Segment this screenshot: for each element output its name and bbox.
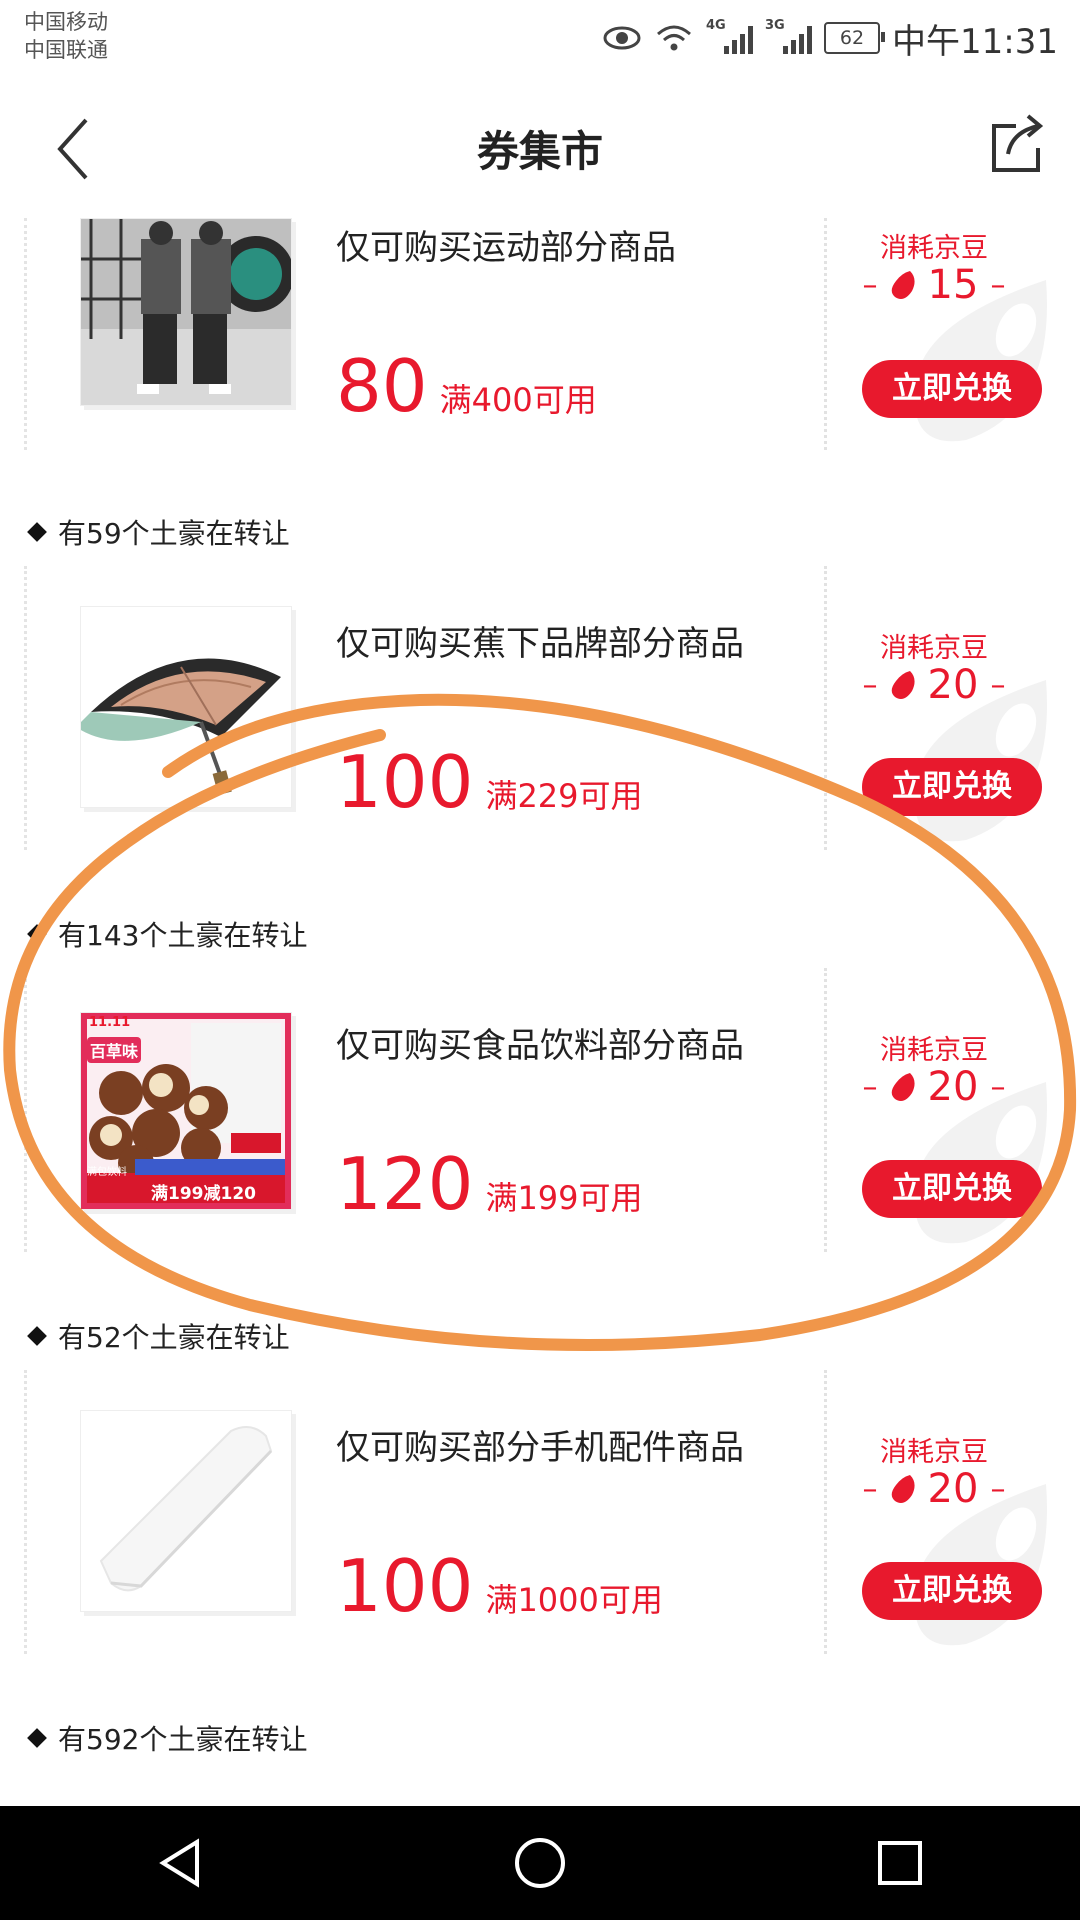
nav-back-button[interactable] [140, 1823, 220, 1903]
card-edge [24, 1370, 35, 1654]
notice-text: 有59个土豪在转让 [58, 517, 290, 550]
coupon-amount: 100 [336, 740, 474, 824]
coupon-title: 仅可购买食品饮料部分商品 [336, 1026, 744, 1066]
coupon-card[interactable]: 仅可购买运动部分商品 80 满400可用 消耗京豆 – 15 – 立即兑换 [24, 218, 1056, 450]
redeem-panel: 消耗京豆 – 20 – 立即兑换 [834, 1370, 1054, 1654]
wifi-icon [657, 25, 692, 51]
notice-text: 有143个土豪在转让 [58, 919, 308, 952]
nav-recent-button[interactable] [860, 1823, 940, 1903]
consume-label: 消耗京豆 [880, 633, 988, 664]
redeem-panel: 消耗京豆 – 20 – 立即兑换 [834, 968, 1054, 1252]
image-text-side: 满包饮料 [87, 1167, 127, 1178]
system-nav-bar [0, 1806, 1080, 1920]
coupon-amount: 100 [336, 1544, 474, 1628]
coupon-card[interactable]: 仅可购买蕉下品牌部分商品 100 满229可用 消耗京豆 – 20 – 立即兑换 [24, 566, 1056, 850]
card-edge [24, 218, 35, 450]
coupon-condition: 满1000可用 [485, 1581, 663, 1619]
signal-4g-icon: 4G [706, 18, 754, 54]
battery-icon: 62 [824, 22, 886, 54]
home-circle-icon [515, 1838, 565, 1888]
carrier-info: 中国移动 中国联通 [24, 8, 108, 64]
redeem-button[interactable]: 立即兑换 [862, 360, 1042, 418]
bean-cost: – 20 – [862, 662, 1006, 708]
transfer-notice: 有52个土豪在转让 [27, 1316, 290, 1356]
redeem-button[interactable]: 立即兑换 [862, 1160, 1042, 1218]
product-image-umbrella [80, 606, 292, 808]
coupon-card[interactable]: 仅可购买部分手机配件商品 100 满1000可用 消耗京豆 – 20 – 立即兑换 [24, 1370, 1056, 1654]
redeem-button[interactable]: 立即兑换 [862, 1562, 1042, 1620]
card-edge [24, 566, 35, 850]
consume-label: 消耗京豆 [880, 233, 988, 264]
coupon-title: 仅可购买运动部分商品 [336, 228, 676, 268]
diamond-bullet-icon [27, 522, 47, 542]
product-image-sportswear [80, 218, 292, 406]
redeem-panel: 消耗京豆 – 20 – 立即兑换 [834, 566, 1054, 850]
coupon-condition: 满229可用 [485, 777, 643, 815]
card-edge [24, 968, 35, 1252]
back-triangle-icon [159, 1838, 199, 1888]
bean-cost: – 20 – [862, 1064, 1006, 1110]
coupon-amount: 120 [336, 1142, 474, 1226]
page-title: 券集市 [476, 127, 603, 176]
status-bar: 中国移动 中国联通 4G 3G 62 中午11:31 [0, 0, 1080, 78]
diamond-bullet-icon [27, 1326, 47, 1346]
coupon-amount-row: 100 满229可用 [336, 746, 643, 818]
transfer-notice: 有592个土豪在转让 [27, 1718, 308, 1758]
bean-count: 20 [927, 1064, 979, 1110]
eye-icon [603, 26, 641, 50]
redeem-button[interactable]: 立即兑换 [862, 758, 1042, 816]
coupon-card[interactable]: 11.11 百草味 满包饮料 满199减120 仅可购买食品饮料部分商品 120… [24, 968, 1056, 1252]
share-button[interactable] [986, 112, 1046, 176]
bean-icon [891, 1475, 915, 1503]
carrier-2: 中国联通 [24, 38, 108, 62]
recent-square-icon [878, 1841, 922, 1885]
diamond-bullet-icon [27, 924, 47, 944]
bean-count: 20 [927, 1466, 979, 1512]
transfer-notice: 有59个土豪在转让 [27, 512, 290, 552]
card-divider [824, 218, 827, 450]
coupon-condition: 满199可用 [485, 1179, 643, 1217]
coupon-amount-row: 80 满400可用 [336, 350, 597, 422]
bean-icon [891, 1073, 915, 1101]
app-header: 券集市 [0, 78, 1080, 218]
product-image-macadamia: 11.11 百草味 满包饮料 满199减120 [80, 1012, 292, 1210]
transfer-notice: 有143个土豪在转让 [27, 914, 308, 954]
card-divider [824, 968, 827, 1252]
coupon-amount: 80 [336, 344, 428, 428]
notice-text: 有592个土豪在转让 [58, 1723, 308, 1756]
share-icon [992, 114, 1044, 172]
battery-level: 62 [839, 27, 865, 49]
product-image-power-bank [80, 1410, 292, 1612]
diamond-bullet-icon [27, 1728, 47, 1748]
bean-cost: – 20 – [862, 1466, 1006, 1512]
bean-count: 20 [927, 662, 979, 708]
coupon-title: 仅可购买蕉下品牌部分商品 [336, 624, 744, 664]
bean-icon [891, 671, 915, 699]
card-divider [824, 1370, 827, 1654]
bean-icon [891, 271, 915, 299]
redeem-panel: 消耗京豆 – 15 – 立即兑换 [834, 218, 1054, 450]
carrier-1: 中国移动 [24, 10, 108, 34]
clock: 中午11:31 [892, 21, 1058, 62]
status-icons: 4G 3G 62 中午11:31 [602, 14, 1058, 62]
card-divider [824, 566, 827, 850]
signal-3g-icon: 3G [765, 18, 813, 54]
coupon-amount-row: 120 满199可用 [336, 1148, 643, 1220]
consume-label: 消耗京豆 [880, 1437, 988, 1468]
image-text-brand: 百草味 [87, 1037, 142, 1063]
notice-text: 有52个土豪在转让 [58, 1321, 290, 1354]
coupon-condition: 满400可用 [439, 381, 597, 419]
coupon-title: 仅可购买部分手机配件商品 [336, 1428, 744, 1468]
image-text-deal: 满199减120 [151, 1184, 256, 1204]
bean-count: 15 [927, 262, 979, 308]
nav-home-button[interactable] [500, 1823, 580, 1903]
image-text-1111: 11.11 [89, 1015, 131, 1030]
coupon-amount-row: 100 满1000可用 [336, 1550, 663, 1622]
consume-label: 消耗京豆 [880, 1035, 988, 1066]
bean-cost: – 15 – [862, 262, 1006, 308]
